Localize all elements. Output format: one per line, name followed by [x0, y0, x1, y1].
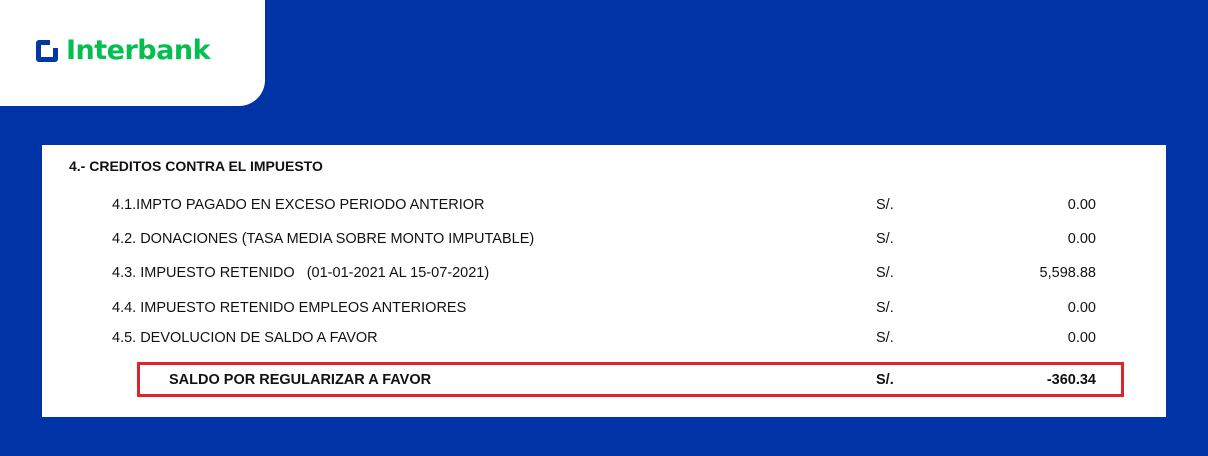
row-amount: 0.00	[1067, 330, 1096, 346]
credit-row: 4.2. DONACIONES (TASA MEDIA SOBRE MONTO …	[42, 231, 1166, 251]
row-currency: S/.	[876, 300, 894, 316]
row-label: 4.4. IMPUESTO RETENIDO EMPLEOS ANTERIORE…	[112, 300, 467, 316]
row-amount: 5,598.88	[1039, 265, 1096, 281]
row-label: 4.3. IMPUESTO RETENIDO (01-01-2021 AL 15…	[112, 265, 490, 281]
row-amount: 0.00	[1067, 300, 1096, 316]
section-title: 4.- CREDITOS CONTRA EL IMPUESTO	[69, 158, 323, 174]
credit-row: 4.5. DEVOLUCION DE SALDO A FAVOR S/. 0.0…	[42, 330, 1166, 350]
row-label: 4.2. DONACIONES (TASA MEDIA SOBRE MONTO …	[112, 231, 535, 247]
interbank-logo: Interbank	[36, 35, 211, 66]
credit-row: 4.4. IMPUESTO RETENIDO EMPLEOS ANTERIORE…	[42, 300, 1166, 320]
tax-document-excerpt: 4.- CREDITOS CONTRA EL IMPUESTO 4.1.IMPT…	[42, 145, 1166, 417]
total-row: SALDO POR REGULARIZAR A FAVOR S/. -360.3…	[42, 372, 1166, 392]
brand-name: Interbank	[66, 35, 211, 66]
credit-row: 4.1.IMPTO PAGADO EN EXCESO PERIODO ANTER…	[42, 197, 1166, 217]
row-label: 4.1.IMPTO PAGADO EN EXCESO PERIODO ANTER…	[112, 197, 485, 213]
row-amount: 0.00	[1067, 231, 1096, 247]
row-currency: S/.	[876, 265, 894, 281]
row-currency: S/.	[876, 197, 894, 213]
total-currency: S/.	[876, 372, 894, 388]
logo-tab: Interbank	[0, 0, 265, 106]
interbank-square-icon	[36, 40, 58, 62]
total-amount: -360.34	[1046, 372, 1096, 388]
row-currency: S/.	[876, 330, 894, 346]
row-currency: S/.	[876, 231, 894, 247]
total-label: SALDO POR REGULARIZAR A FAVOR	[169, 372, 432, 388]
credit-row: 4.3. IMPUESTO RETENIDO (01-01-2021 AL 15…	[42, 265, 1166, 285]
row-amount: 0.00	[1067, 197, 1096, 213]
row-label: 4.5. DEVOLUCION DE SALDO A FAVOR	[112, 330, 378, 346]
